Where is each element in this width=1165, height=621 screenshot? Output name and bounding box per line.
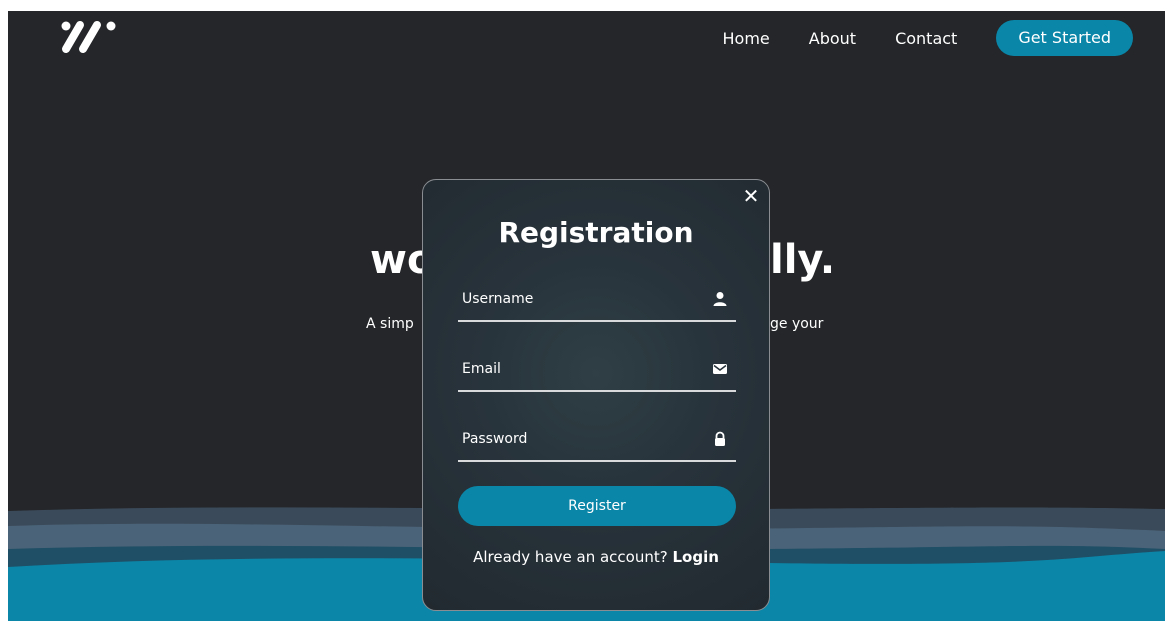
logo-icon[interactable] — [60, 17, 118, 55]
close-icon[interactable]: ✕ — [741, 186, 761, 206]
get-started-button[interactable]: Get Started — [996, 20, 1133, 56]
nav-home-link[interactable]: Home — [723, 29, 770, 48]
nav-about-link[interactable]: About — [809, 29, 856, 48]
register-button[interactable]: Register — [458, 486, 736, 526]
login-link[interactable]: Login — [672, 548, 718, 566]
login-prompt-text: Already have an account? — [473, 548, 668, 566]
registration-modal: ✕ Registration Register Alrea — [422, 179, 770, 611]
login-prompt: Already have an account? Login — [423, 548, 769, 566]
hero-subtitle-left: A simp — [366, 316, 414, 332]
username-field-wrapper — [458, 280, 736, 322]
nav-contact-link[interactable]: Contact — [895, 29, 957, 48]
modal-title: Registration — [498, 216, 694, 249]
user-icon — [713, 292, 727, 306]
envelope-icon — [713, 364, 727, 374]
page-viewport: Home About Contact Get Started wo lly. A… — [8, 11, 1165, 621]
email-input[interactable] — [458, 350, 702, 388]
password-input[interactable] — [458, 420, 702, 458]
hero-subtitle-right: ge your — [770, 316, 824, 332]
top-nav: Home About Contact Get Started — [723, 20, 1133, 56]
username-input[interactable] — [458, 280, 702, 318]
email-field-wrapper — [458, 350, 736, 392]
hero-title-right: lly. — [770, 237, 836, 283]
lock-icon — [715, 431, 725, 446]
password-field-wrapper — [458, 420, 736, 462]
